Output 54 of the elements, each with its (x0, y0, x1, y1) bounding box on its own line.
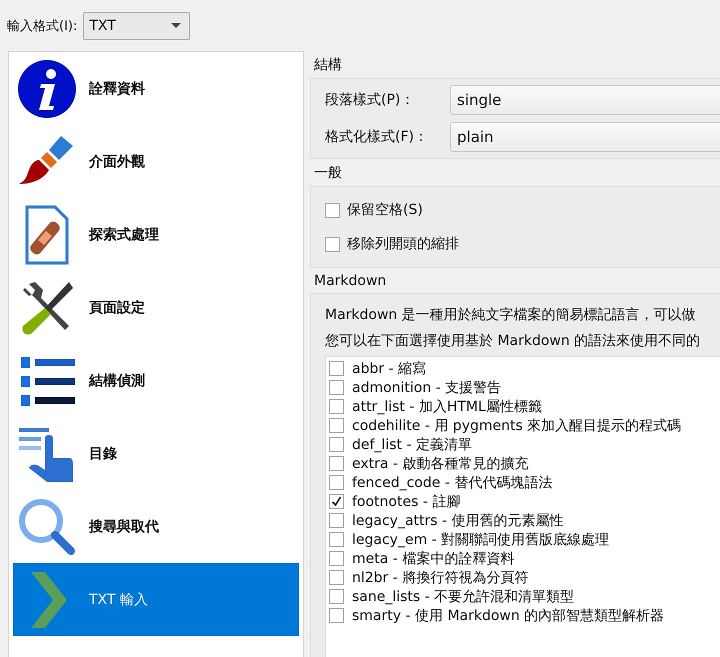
checkbox[interactable] (329, 418, 344, 433)
sidebar-item[interactable]: 詮釋資料 (13, 52, 299, 125)
sidebar-item[interactable]: 頁面設定 (13, 271, 299, 344)
section-title: Markdown (313, 272, 388, 291)
checkbox-label: 保留空格(S) (347, 201, 423, 219)
checkbox[interactable] (329, 532, 344, 547)
checkbox[interactable] (329, 570, 344, 585)
extension-label: legacy_attrs - 使用舊的元素屬性 (352, 512, 564, 530)
extension-label: def_list - 定義清單 (352, 436, 472, 454)
extension-label: smarty - 使用 Markdown 的內部智慧類型解析器 (352, 606, 664, 624)
description-text: 您可以在下面選擇使用基於 Markdown 的語法來使用不同的 (325, 332, 702, 351)
checkbox[interactable] (329, 513, 344, 528)
field-label: 段落樣式(P)： (325, 91, 416, 109)
extension-label: admonition - 支援警告 (352, 378, 502, 396)
section-title: 一般 (313, 164, 343, 183)
search-icon (17, 496, 77, 556)
checkbox[interactable] (329, 399, 344, 414)
sidebar-item[interactable]: 結構偵測 (13, 344, 299, 417)
input-format-dropdown[interactable]: TXT (83, 12, 190, 40)
sidebar-item[interactable]: 探索式處理 (13, 198, 299, 271)
checkbox[interactable] (325, 236, 340, 252)
checkbox[interactable] (329, 475, 344, 490)
info-icon (17, 58, 77, 118)
extension-label: extra - 啟動各種常見的擴充 (352, 454, 528, 472)
checkbox[interactable] (329, 608, 344, 623)
checkbox[interactable] (329, 551, 344, 566)
extension-label: codehilite - 用 pygments 來加入醒目提示的程式碼 (352, 416, 682, 434)
checkbox[interactable] (329, 456, 344, 471)
sidebar-item[interactable]: 搜尋與取代 (13, 490, 299, 563)
section-title: 結構 (313, 56, 343, 75)
checkbox[interactable] (329, 589, 344, 604)
caret-icon (171, 23, 182, 28)
extension-label: abbr - 縮寫 (352, 360, 426, 378)
extension-label: nl2br - 將換行符視為分頁符 (352, 568, 528, 586)
description-text: Markdown 是一種用於純文字檔案的簡易標記語言，可以做 (325, 306, 697, 325)
input-format-label: 輸入格式(I): (7, 18, 78, 34)
style-dropdown[interactable]: single (450, 85, 720, 115)
field-label: 格式化樣式(F)： (325, 128, 429, 146)
checkbox[interactable] (329, 361, 344, 376)
sidebar-item[interactable]: TXT 輸入 (13, 563, 299, 636)
checkbox-label: 移除列開頭的縮排 (347, 235, 459, 253)
extension-label: meta - 檔案中的詮釋資料 (352, 550, 514, 568)
sidebar-item[interactable]: 介面外觀 (13, 125, 299, 198)
extension-label: sane_lists - 不要允許混和清單類型 (352, 588, 574, 606)
checkbox[interactable] (325, 202, 340, 218)
style-dropdown[interactable]: plain (450, 122, 720, 152)
checkbox[interactable] (329, 380, 344, 395)
extension-label: legacy_em - 對關聯詞使用舊版底線處理 (352, 530, 610, 548)
checkbox[interactable] (329, 437, 344, 452)
extension-label: attr_list - 加入HTML屬性標籤 (352, 398, 542, 416)
checkbox[interactable] (329, 494, 344, 509)
extension-label: footnotes - 註腳 (352, 492, 460, 510)
sidebar-item[interactable]: 目錄 (13, 417, 299, 490)
extension-label: fenced_code - 替代代碼塊語法 (352, 474, 552, 492)
